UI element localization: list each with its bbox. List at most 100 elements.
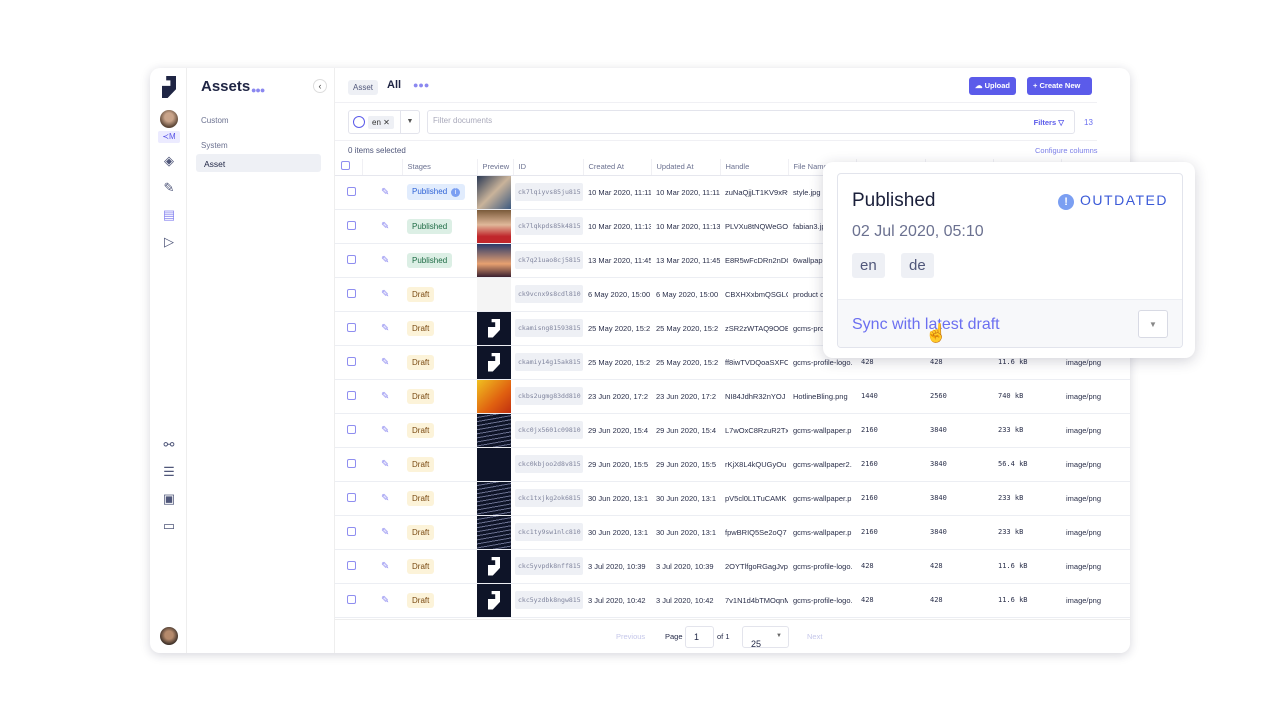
pencil-icon[interactable]: ✎ (367, 595, 389, 606)
per-page-select[interactable]: 25 ▼ (742, 626, 789, 649)
row-checkbox[interactable] (347, 526, 356, 536)
pencil-icon[interactable]: ✎ (367, 459, 389, 470)
row-checkbox[interactable] (347, 594, 356, 604)
pencil-icon[interactable]: ✎ (367, 527, 389, 538)
table-row[interactable]: ✎ Draft ckc5yzdbk8ngw815 3 Jul 2020, 10:… (335, 583, 1130, 618)
pencil-icon[interactable]: ✎ (367, 561, 389, 572)
row-edit[interactable]: ✎ (362, 345, 402, 380)
stage-badge[interactable]: Draft (407, 490, 435, 506)
layers-icon[interactable]: ◈ (160, 152, 178, 170)
project-avatar[interactable] (160, 110, 178, 128)
row-edit[interactable]: ✎ (362, 413, 402, 448)
stage-badge[interactable]: Published (407, 252, 453, 268)
row-select[interactable] (335, 175, 362, 210)
row-checkbox[interactable] (347, 220, 356, 230)
pencil-icon[interactable]: ✎ (367, 187, 389, 198)
pencil-icon[interactable]: ✎ (367, 255, 389, 266)
row-select[interactable] (335, 515, 362, 550)
row-edit[interactable]: ✎ (362, 277, 402, 312)
preview-thumbnail[interactable] (477, 243, 511, 276)
stage-badge[interactable]: Draft (407, 354, 435, 370)
locale-select[interactable]: en ✕ ▼ (348, 110, 420, 134)
preview-thumbnail[interactable] (477, 583, 511, 616)
stage-cell[interactable]: Published i (402, 175, 477, 210)
stage-cell[interactable]: Draft (402, 345, 477, 380)
select-all-checkbox[interactable] (341, 161, 350, 171)
row-select[interactable] (335, 447, 362, 482)
remove-icon[interactable]: ✕ (383, 118, 390, 127)
col-stages[interactable]: Stages (402, 159, 478, 176)
preview-thumbnail[interactable] (477, 413, 511, 446)
row-edit[interactable]: ✎ (362, 209, 402, 244)
filters-button[interactable]: Filters ▽ (1034, 118, 1064, 127)
collapse-sidebar-button[interactable]: ‹ (313, 79, 327, 93)
docs-icon[interactable]: ▣ (160, 490, 178, 508)
chevron-down-icon[interactable]: ▼ (400, 111, 419, 133)
row-edit[interactable]: ✎ (362, 311, 402, 346)
row-checkbox[interactable] (347, 458, 356, 468)
stage-badge[interactable]: Draft (407, 558, 435, 574)
col-handle[interactable]: Handle (720, 159, 789, 176)
upload-button[interactable]: ☁ Upload (969, 77, 1017, 95)
webhooks-icon[interactable]: ⚯ (160, 436, 178, 454)
pencil-icon[interactable]: ✎ (367, 493, 389, 504)
table-row[interactable]: ✎ Draft ckc0jx5601c09810 29 Jun 2020, 15… (335, 413, 1130, 448)
previous-button[interactable]: Previous (616, 632, 645, 641)
preview-thumbnail[interactable] (477, 277, 511, 310)
edit-icon[interactable]: ✎ (160, 179, 178, 197)
stage-cell[interactable]: Published (402, 209, 477, 244)
row-edit[interactable]: ✎ (362, 583, 402, 618)
pencil-icon[interactable]: ✎ (367, 221, 389, 232)
row-checkbox[interactable] (347, 288, 356, 298)
user-avatar[interactable] (160, 627, 178, 645)
stage-badge[interactable]: Draft (407, 320, 435, 336)
model-tab[interactable]: Asset (348, 80, 379, 95)
view-more-icon[interactable]: ●●● (413, 80, 429, 90)
col-updated[interactable]: Updated At (651, 159, 721, 176)
row-checkbox[interactable] (347, 560, 356, 570)
stage-badge[interactable]: Draft (407, 456, 435, 472)
row-checkbox[interactable] (347, 390, 356, 400)
row-checkbox[interactable] (347, 424, 356, 434)
table-row[interactable]: ✎ Draft ckc0kbjoo2d8v815 29 Jun 2020, 15… (335, 447, 1130, 482)
stage-cell[interactable]: Draft (402, 549, 477, 584)
content-icon[interactable]: ▤ (160, 206, 178, 224)
preview-thumbnail[interactable] (477, 345, 511, 378)
preview-thumbnail[interactable] (477, 515, 511, 548)
stage-badge[interactable]: Draft (407, 286, 435, 302)
preview-thumbnail[interactable] (477, 447, 511, 480)
row-edit[interactable]: ✎ (362, 379, 402, 414)
stage-cell[interactable]: Draft (402, 583, 477, 618)
preview-thumbnail[interactable] (477, 175, 511, 208)
table-row[interactable]: ✎ Draft ckbs2ugmg83dd810 23 Jun 2020, 17… (335, 379, 1130, 414)
configure-columns-link[interactable]: Configure columns (1035, 146, 1098, 155)
pencil-icon[interactable]: ✎ (367, 289, 389, 300)
row-select[interactable] (335, 549, 362, 584)
preview-thumbnail[interactable] (477, 379, 511, 412)
filter-input[interactable] (433, 116, 933, 125)
row-select[interactable] (335, 413, 362, 448)
row-select[interactable] (335, 345, 362, 380)
row-edit[interactable]: ✎ (362, 481, 402, 516)
row-checkbox[interactable] (347, 322, 356, 332)
row-select[interactable] (335, 481, 362, 516)
row-checkbox[interactable] (347, 186, 356, 196)
stage-badge[interactable]: Draft (407, 422, 435, 438)
more-icon[interactable]: ●●● (251, 85, 265, 95)
row-select[interactable] (335, 583, 362, 618)
row-edit[interactable]: ✎ (362, 447, 402, 482)
chat-icon[interactable]: ▭ (160, 517, 178, 535)
play-icon[interactable]: ▷ (160, 233, 178, 251)
stage-badge[interactable]: Draft (407, 592, 435, 608)
actions-dropdown-button[interactable]: ▼ (1138, 310, 1168, 338)
stage-cell[interactable]: Draft (402, 515, 477, 550)
stage-badge[interactable]: Draft (407, 524, 435, 540)
table-row[interactable]: ✎ Draft ckc1txjkg2ok6815 30 Jun 2020, 13… (335, 481, 1130, 516)
preview-thumbnail[interactable] (477, 311, 511, 344)
row-select[interactable] (335, 243, 362, 278)
stage-cell[interactable]: Draft (402, 311, 477, 346)
table-row[interactable]: ✎ Draft ckc5yvpdk8nff815 3 Jul 2020, 10:… (335, 549, 1130, 584)
col-created[interactable]: Created At (583, 159, 652, 176)
row-checkbox[interactable] (347, 356, 356, 366)
stage-cell[interactable]: Draft (402, 379, 477, 414)
